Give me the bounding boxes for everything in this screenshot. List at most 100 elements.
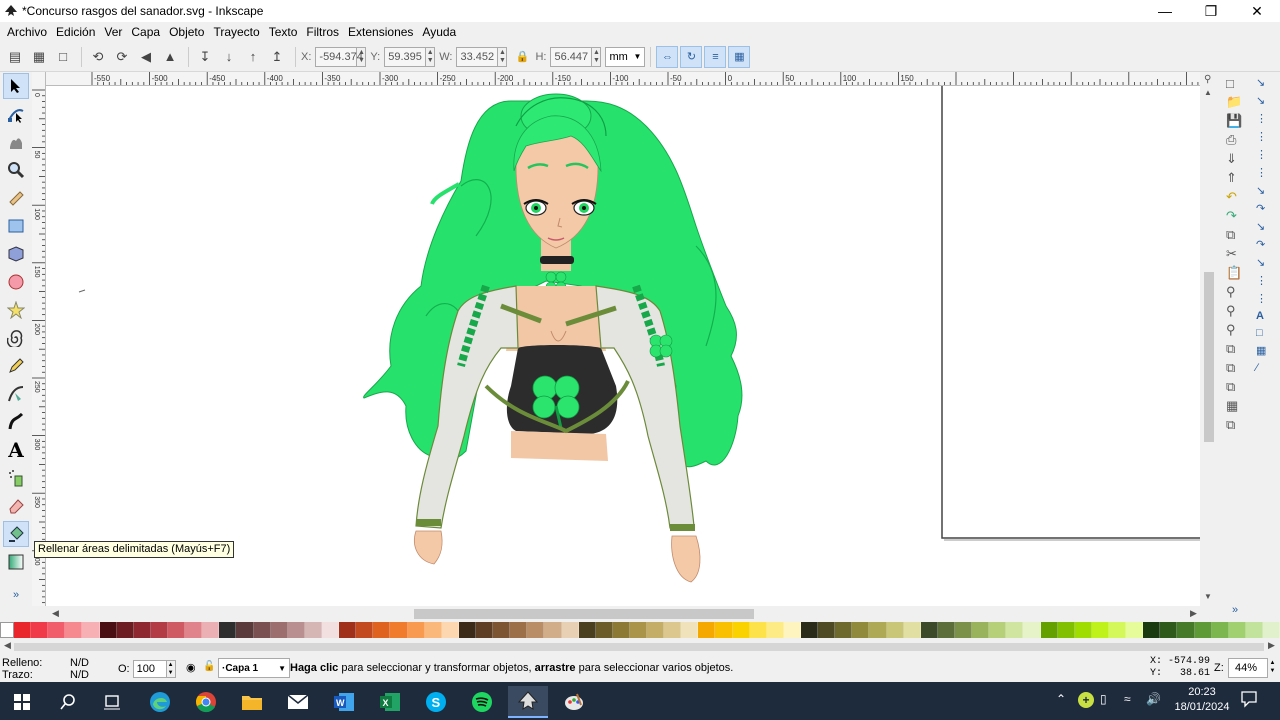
spotify-taskbar-icon[interactable] [462, 686, 502, 718]
close-button[interactable]: ✕ [1234, 0, 1280, 22]
palette-swatch[interactable] [202, 622, 220, 638]
pen-tool-icon[interactable] [3, 381, 29, 407]
menu-objeto[interactable]: Objeto [169, 25, 204, 39]
palette-swatch[interactable] [1057, 622, 1075, 638]
stroke-indicator[interactable]: Trazo: N/D [2, 669, 89, 681]
import-icon[interactable]: ⇓ [1226, 151, 1242, 167]
snap-intersection-icon[interactable]: ↘ [1256, 220, 1267, 233]
scale-stroke-icon[interactable]: ⇔ [656, 45, 679, 68]
raise-icon[interactable]: ↑ [242, 46, 264, 68]
palette-swatch[interactable] [65, 622, 83, 638]
menu-texto[interactable]: Texto [269, 25, 298, 39]
export-icon[interactable]: ⇑ [1226, 170, 1242, 186]
palette-swatch[interactable] [82, 622, 100, 638]
palette-swatch[interactable] [31, 622, 49, 638]
snap-object-center-icon[interactable]: ⋮ [1256, 274, 1267, 287]
more-commands-icon[interactable]: » [1232, 604, 1238, 616]
palette-swatch[interactable] [972, 622, 990, 638]
flip-vertical-icon[interactable]: ▲ [159, 46, 181, 68]
palette-swatch[interactable] [185, 622, 203, 638]
scroll-up-icon[interactable]: ▲ [1204, 88, 1212, 97]
menu-archivo[interactable]: Archivo [7, 25, 47, 39]
ellipse-tool-icon[interactable] [3, 269, 29, 295]
palette-swatch[interactable] [869, 622, 887, 638]
snap-smooth-nodes-icon[interactable]: ↷ [1256, 238, 1267, 251]
scroll-left-icon[interactable]: ◀ [52, 608, 59, 619]
palette-swatch[interactable] [647, 622, 665, 638]
move-patterns-icon[interactable]: ▦ [728, 45, 751, 68]
snap-text-baseline-icon[interactable]: A [1256, 310, 1267, 322]
menu-capa[interactable]: Capa [131, 25, 160, 39]
palette-swatch[interactable] [253, 622, 271, 638]
horizontal-scrollbar[interactable]: ◀ ▶ [46, 606, 1218, 622]
group-icon[interactable]: ▦ [1226, 398, 1242, 414]
move-gradients-icon[interactable]: ≡ [704, 45, 727, 68]
lock-icon[interactable]: 🔒 [511, 46, 533, 68]
rotate-ccw-icon[interactable]: ⟲ [87, 46, 109, 68]
zoom-selection-icon[interactable]: ⚲ [1226, 284, 1242, 300]
battery-icon[interactable]: ▯ [1100, 692, 1107, 706]
palette-swatch[interactable] [835, 622, 853, 638]
vertical-scrollbar[interactable]: ⚲ ▲ ▼ [1200, 72, 1218, 606]
palette-swatch[interactable] [544, 622, 562, 638]
snap-bbox-edge-icon[interactable]: ⋮ [1256, 112, 1267, 125]
palette-swatch[interactable] [629, 622, 648, 638]
wifi-icon[interactable]: ≈ [1124, 692, 1131, 706]
unlink-clone-icon[interactable]: ⧉ [1226, 379, 1242, 395]
snap-guide-icon[interactable]: ∕ [1256, 362, 1267, 374]
palette-swatch[interactable] [903, 622, 921, 638]
more-tools-icon[interactable]: » [0, 589, 32, 601]
skype-taskbar-icon[interactable]: S [416, 686, 456, 718]
palette-scroll-left-icon[interactable]: ◀ [4, 640, 11, 651]
box3d-tool-icon[interactable] [3, 241, 29, 267]
palette-swatch[interactable] [356, 622, 374, 638]
palette-swatch[interactable] [475, 622, 494, 638]
snap-enable-icon[interactable]: ↘ [1256, 76, 1267, 89]
palette-swatch[interactable] [236, 622, 254, 638]
snap-nodes-icon[interactable]: ↘ [1256, 184, 1267, 197]
palette-swatch[interactable] [1040, 622, 1058, 638]
file-explorer-taskbar-icon[interactable] [232, 686, 272, 718]
horizontal-scroll-thumb[interactable] [414, 609, 754, 619]
palette-swatch[interactable] [852, 622, 870, 638]
snap-rotation-center-icon[interactable]: ⋮ [1256, 292, 1267, 305]
palette-swatch[interactable] [167, 622, 186, 638]
snap-page-border-icon[interactable]: □ [1256, 327, 1267, 339]
opacity-input[interactable]: 100 [132, 660, 167, 678]
palette-swatch[interactable] [715, 622, 733, 638]
menu-trayecto[interactable]: Trayecto [213, 25, 259, 39]
clock[interactable]: 20:23 18/01/2024 [1170, 685, 1234, 715]
zoom-spinner[interactable]: ▲ ▼ [1268, 659, 1277, 677]
palette-swatch[interactable] [612, 622, 630, 638]
word-taskbar-icon[interactable]: W [324, 686, 364, 718]
search-button[interactable] [48, 686, 88, 718]
palette-swatch[interactable] [287, 622, 305, 638]
inkscape-taskbar-icon[interactable] [508, 686, 548, 718]
palette-swatch[interactable] [339, 622, 357, 638]
xml-editor-icon[interactable]: ⧉ [1226, 417, 1242, 433]
duplicate-icon[interactable]: ⧉ [1226, 341, 1242, 357]
palette-swatch[interactable] [664, 622, 682, 638]
h-spinner[interactable]: ▲ ▼ [592, 46, 602, 67]
palette-swatch[interactable] [1160, 622, 1178, 638]
palette-swatch[interactable] [510, 622, 528, 638]
snap-path-icon[interactable]: ↷ [1256, 202, 1267, 215]
raise-to-top-icon[interactable]: ↥ [266, 46, 288, 68]
palette-swatch[interactable] [133, 622, 151, 638]
palette-swatch[interactable] [48, 622, 66, 638]
volume-icon[interactable]: 🔊 [1146, 692, 1161, 706]
snap-grid-icon[interactable]: ▦ [1256, 344, 1267, 357]
palette-swatch[interactable] [801, 622, 819, 638]
palette-swatch[interactable] [373, 622, 391, 638]
notification-icon[interactable] [1240, 690, 1258, 711]
palette-swatch[interactable] [937, 622, 956, 638]
palette-swatch[interactable] [886, 622, 904, 638]
palette-swatch[interactable] [561, 622, 579, 638]
palette-swatch[interactable] [1006, 622, 1024, 638]
palette-swatch[interactable] [578, 622, 596, 638]
palette-scrollbar[interactable]: ◀ ▶ [0, 640, 1280, 654]
fill-indicator[interactable]: Relleno: N/D [2, 657, 89, 669]
palette-swatch[interactable] [14, 622, 32, 638]
palette-swatch[interactable] [749, 622, 767, 638]
menu-ver[interactable]: Ver [104, 25, 122, 39]
